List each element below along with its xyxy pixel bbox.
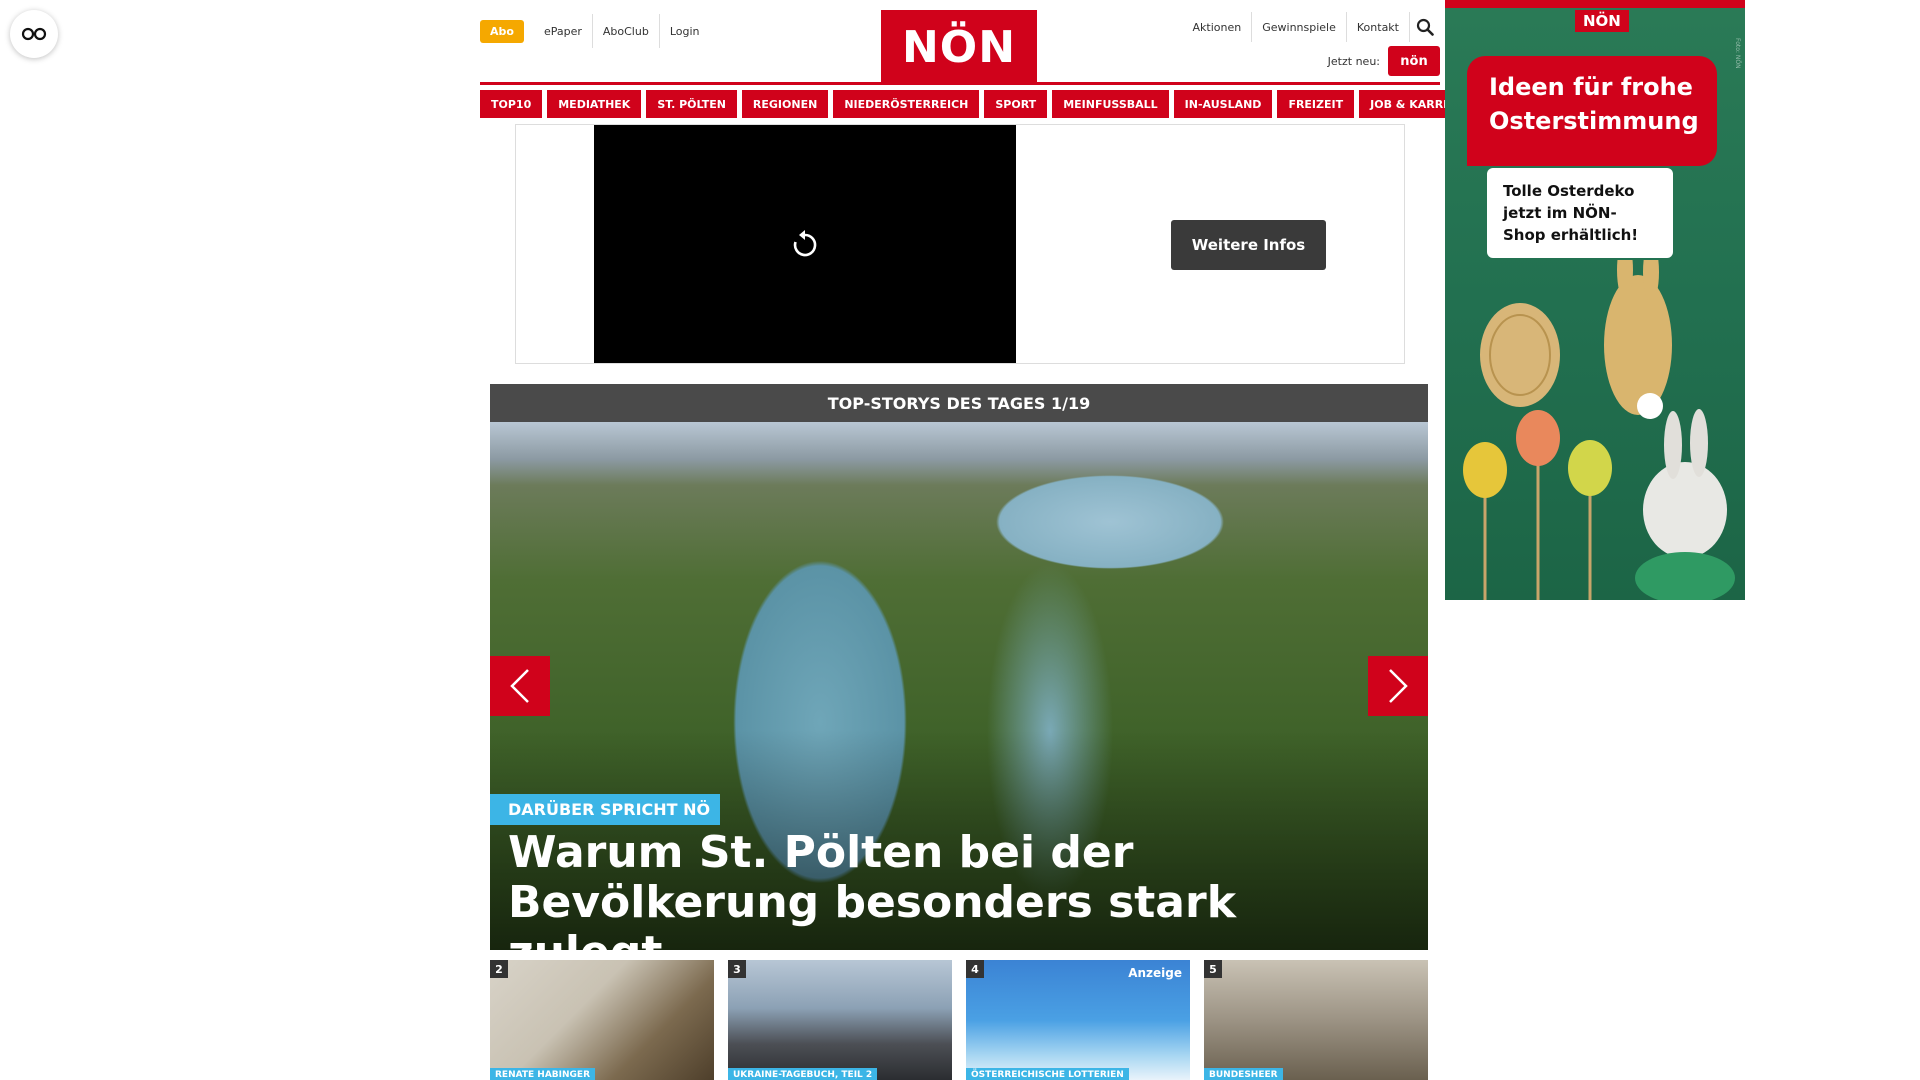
hero-story[interactable]: DARÜBER SPRICHT NÖ Warum St. Pölten bei … (490, 422, 1428, 950)
chevron-left-icon (510, 669, 529, 703)
site-logo[interactable]: NÖN (881, 10, 1037, 84)
aktionen-link[interactable]: Aktionen (1183, 12, 1253, 42)
thumbnail-number: 4 (966, 960, 984, 978)
sidebar-ad-headline: Ideen für frohe Osterstimmung (1467, 56, 1717, 166)
thumbnail-tag: ÖSTERREICHISCHE LOTTERIEN (966, 1068, 1129, 1080)
video-ad: Weitere Infos (515, 124, 1405, 364)
jetzt-neu-label: Jetzt neu: (1327, 54, 1380, 68)
thumbnail-number: 3 (728, 960, 746, 978)
carousel-next-button[interactable] (1368, 656, 1428, 716)
search-icon[interactable] (1410, 12, 1440, 42)
story-thumbnail[interactable]: 2 RENATE HABINGER (490, 960, 714, 1080)
utility-links-right: Aktionen Gewinnspiele Kontakt (1183, 12, 1440, 42)
nav-item-in-ausland[interactable]: IN-AUSLAND (1173, 90, 1273, 118)
sidebar-ad[interactable]: NÖN Ideen für frohe Osterstimmung Tolle … (1445, 0, 1745, 600)
abo-button[interactable]: Abo (480, 19, 524, 43)
nav-item-sport[interactable]: SPORT (984, 90, 1048, 118)
hero-category-tag[interactable]: DARÜBER SPRICHT NÖ (490, 794, 721, 825)
nav-item-freizeit[interactable]: FREIZEIT (1277, 90, 1355, 118)
story-thumbnail[interactable]: 3 UKRAINE-TAGEBUCH, TEIL 2 (728, 960, 952, 1080)
replay-icon[interactable] (791, 229, 819, 259)
sidebar-ad-logo: NÖN (1575, 10, 1629, 32)
epaper-link[interactable]: ePaper (534, 14, 592, 48)
sidebar-ad-credit: Foto: NÖN (1734, 38, 1741, 69)
main-page: Abo ePaper AboClub Login NÖN Aktionen Ge… (480, 0, 1482, 1080)
nav-item-meinfussball[interactable]: MEINFUSSBALL (1052, 90, 1169, 118)
thumbnail-number: 2 (490, 960, 508, 978)
main-nav: TOP10 MEDIATHEK ST. PÖLTEN REGIONEN NIED… (480, 90, 1482, 118)
top-stories: TOP-STORYS DES TAGES 1/19 DARÜBER SPRICH… (490, 384, 1428, 950)
top-stories-header: TOP-STORYS DES TAGES 1/19 (490, 384, 1428, 422)
story-thumbnail[interactable]: 5 BUNDESHEER (1204, 960, 1428, 1080)
nav-item-regionen[interactable]: REGIONEN (741, 90, 829, 118)
sponsored-badge: Anzeige (1128, 966, 1182, 980)
nav-item-st-poelten[interactable]: ST. PÖLTEN (646, 90, 737, 118)
jetzt-neu: Jetzt neu: nön (1328, 46, 1440, 76)
header-divider (480, 82, 1440, 85)
aboclub-link[interactable]: AboClub (591, 14, 659, 48)
thumbnail-tag: UKRAINE-TAGEBUCH, TEIL 2 (728, 1068, 878, 1080)
chevron-right-icon (1389, 669, 1408, 703)
carousel-prev-button[interactable] (490, 656, 550, 716)
story-thumbnails: 2 RENATE HABINGER 3 UKRAINE-TAGEBUCH, TE… (490, 960, 1428, 1080)
story-thumbnail[interactable]: 4 Anzeige ÖSTERREICHISCHE LOTTERIEN (966, 960, 1190, 1080)
kontakt-link[interactable]: Kontakt (1347, 12, 1410, 42)
utility-links-left: Abo ePaper AboClub Login (480, 14, 710, 48)
hero-headline[interactable]: Warum St. Pölten bei der Bevölkerung bes… (508, 828, 1388, 951)
thumbnail-tag: BUNDESHEER (1204, 1068, 1283, 1080)
more-info-button[interactable]: Weitere Infos (1171, 220, 1326, 270)
thumbnail-tag: RENATE HABINGER (490, 1068, 596, 1080)
thumbnail-number: 5 (1204, 960, 1222, 978)
sidebar-ad-body: Tolle Osterdeko jetzt im NÖN-Shop erhält… (1487, 168, 1673, 258)
nav-item-niederoesterreich[interactable]: NIEDERÖSTERREICH (833, 90, 980, 118)
gewinnspiele-link[interactable]: Gewinnspiele (1252, 12, 1347, 42)
login-link[interactable]: Login (658, 14, 710, 48)
jetzt-neu-badge[interactable]: nön (1388, 46, 1440, 76)
nav-item-mediathek[interactable]: MEDIATHEK (547, 90, 642, 118)
ad-video-player[interactable] (594, 125, 1016, 363)
nav-item-top10[interactable]: TOP10 (480, 90, 543, 118)
easter-decoration-image (1463, 260, 1735, 600)
glasses-icon (21, 27, 47, 41)
accessibility-button[interactable] (10, 10, 58, 58)
